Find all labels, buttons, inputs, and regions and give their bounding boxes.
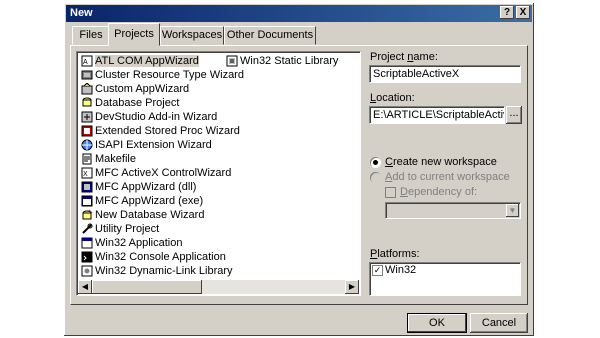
close-button[interactable]: X: [516, 6, 530, 19]
addin-icon: [81, 111, 93, 123]
list-item-custom-appwizard[interactable]: Custom AppWizard: [81, 82, 189, 96]
list-item-cluster-resource[interactable]: Cluster Resource Type Wizard: [81, 68, 244, 82]
list-item-win32-application[interactable]: Win32 Application: [81, 236, 182, 250]
tab-projects[interactable]: Projects: [108, 23, 160, 46]
browse-button[interactable]: ...: [506, 106, 522, 124]
checkmark-icon[interactable]: ✓: [372, 265, 383, 276]
list-item-database-project[interactable]: Database Project: [81, 96, 179, 110]
tab-workspaces[interactable]: Workspaces: [160, 26, 224, 45]
location-input[interactable]: E:\ARTICLE\ScriptableActiveX: [369, 106, 505, 124]
scroll-thumb[interactable]: [92, 280, 202, 294]
new-dialog: New ? X Files Projects Workspaces Other …: [64, 3, 534, 336]
list-item-utility-project[interactable]: Utility Project: [81, 222, 159, 236]
stored-proc-icon: [81, 125, 93, 137]
makefile-icon: [82, 153, 92, 165]
list-item-win32-static-library[interactable]: Win32 Static Library: [226, 54, 338, 68]
list-item-new-database-wizard[interactable]: New Database Wizard: [81, 208, 204, 222]
list-item-mfc-activex[interactable]: X MFC ActiveX ControlWizard: [81, 166, 231, 180]
platforms-list[interactable]: ✓ Win32: [369, 262, 521, 296]
isapi-icon: [81, 139, 93, 151]
svg-text:X: X: [83, 171, 88, 178]
static-lib-icon: [226, 55, 238, 67]
project-name-input[interactable]: ScriptableActiveX: [369, 65, 521, 83]
dependency-checkbox[interactable]: [385, 187, 396, 198]
project-name-label: Project name:: [370, 51, 438, 63]
list-item-atl-com-appwizard[interactable]: A ATL COM AppWizard: [81, 54, 199, 68]
window-title: New: [70, 7, 93, 19]
mfc-exe-icon: [81, 195, 93, 207]
list-item-mfc-appwizard-dll[interactable]: MFC AppWizard (dll): [81, 180, 196, 194]
dependency-label: Dependency of:: [400, 186, 478, 198]
platform-item-win32[interactable]: ✓ Win32: [372, 264, 518, 277]
tab-other-documents[interactable]: Other Documents: [224, 26, 316, 45]
new-db-icon: [82, 209, 93, 220]
help-button[interactable]: ?: [500, 6, 514, 19]
svg-text:A: A: [83, 59, 88, 66]
cancel-button[interactable]: Cancel: [470, 313, 528, 333]
list-item-extended-stored-proc[interactable]: Extended Stored Proc Wizard: [81, 124, 240, 138]
list-item-isapi-extension[interactable]: ISAPI Extension Wizard: [81, 138, 212, 152]
win32-app-icon: [81, 237, 93, 249]
list-item-win32-dll[interactable]: Win32 Dynamic-Link Library: [81, 264, 233, 278]
title-bar[interactable]: New ? X: [66, 5, 532, 22]
list-item-makefile[interactable]: Makefile: [81, 152, 136, 166]
radio-dot-icon: [373, 160, 378, 165]
mfc-dll-icon: [81, 181, 93, 193]
atl-icon: A: [81, 55, 93, 67]
project-type-list[interactable]: A ATL COM AppWizard Cluster Resource Type…: [76, 51, 361, 296]
scroll-left-icon[interactable]: ◀: [78, 280, 92, 294]
ok-button[interactable]: OK: [407, 313, 467, 333]
activex-icon: X: [81, 167, 93, 179]
location-label: Location:: [370, 92, 415, 104]
dependency-select[interactable]: ▼: [385, 202, 521, 219]
platforms-label: Platforms:: [370, 248, 420, 260]
utility-icon: [82, 223, 93, 234]
dll-icon: [81, 265, 93, 277]
create-workspace-radio[interactable]: [370, 157, 381, 168]
tab-files[interactable]: Files: [72, 26, 110, 45]
list-item-mfc-appwizard-exe[interactable]: MFC AppWizard (exe): [81, 194, 203, 208]
dropdown-arrow-icon[interactable]: ▼: [506, 204, 519, 217]
custom-wizard-icon: [81, 83, 93, 95]
add-workspace-radio[interactable]: [370, 172, 381, 183]
list-item-devstudio-addin[interactable]: DevStudio Add-in Wizard: [81, 110, 217, 124]
cluster-icon: [81, 70, 93, 80]
horizontal-scrollbar[interactable]: ◀ ▶: [78, 280, 359, 294]
database-icon: [82, 97, 92, 107]
list-item-win32-console[interactable]: Win32 Console Application: [81, 250, 226, 264]
create-workspace-label[interactable]: Create new workspace: [385, 156, 497, 168]
console-icon: [81, 251, 93, 263]
scroll-right-icon[interactable]: ▶: [345, 280, 359, 294]
add-workspace-label: Add to current workspace: [385, 171, 510, 183]
